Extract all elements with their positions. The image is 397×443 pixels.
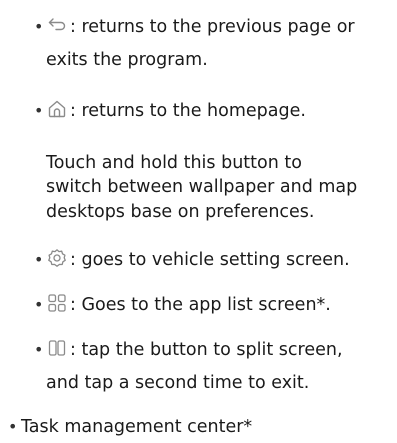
split-screen-icon xyxy=(47,338,67,358)
list-item: : returns to the homepage. xyxy=(45,98,306,124)
item-text: : returns to the homepage. xyxy=(70,101,306,121)
item-text: : returns to the previous page or xyxy=(70,17,355,37)
list-item: : Goes to the app list screen*. xyxy=(45,292,331,318)
bullet: • xyxy=(34,340,44,359)
item-text-continuation: exits the program. xyxy=(46,50,208,70)
item-text: : goes to vehicle setting screen. xyxy=(70,250,350,270)
list-item: : tap the button to split screen, xyxy=(45,337,343,363)
bullet: • xyxy=(34,101,44,120)
bullet: • xyxy=(34,17,44,36)
bullet: • xyxy=(34,250,44,269)
settings-gear-icon xyxy=(47,248,67,268)
task-management-center: Task management center* xyxy=(21,417,253,437)
list-item: : returns to the previous page or xyxy=(45,14,355,40)
home-icon xyxy=(47,99,67,119)
item-text-continuation: and tap a second time to exit. xyxy=(46,373,310,393)
item-text: : tap the button to split screen, xyxy=(70,340,343,360)
bullet: • xyxy=(34,295,44,314)
app-grid-icon xyxy=(47,293,67,313)
bullet: • xyxy=(8,417,18,436)
list-item: : goes to vehicle setting screen. xyxy=(45,247,350,273)
home-note-line: switch between wallpaper and map xyxy=(46,177,358,197)
back-arrow-icon xyxy=(47,15,67,35)
item-text: : Goes to the app list screen*. xyxy=(70,295,331,315)
home-note-line: desktops base on preferences. xyxy=(46,202,315,222)
home-note-line: Touch and hold this button to xyxy=(46,153,302,173)
